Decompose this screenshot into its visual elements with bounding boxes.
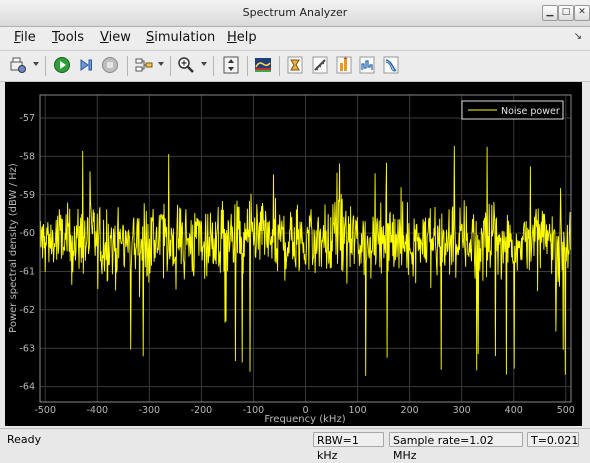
undock-arrow-icon[interactable]: ↘ <box>574 31 582 42</box>
minimize-button[interactable]: ▁ <box>542 5 558 21</box>
x-tick-label: -300 <box>139 405 161 416</box>
close-button[interactable]: ✕ <box>574 5 590 21</box>
channel-measurements-icon[interactable] <box>357 55 377 75</box>
legend-label: Noise power <box>501 106 560 117</box>
y-tick-label: -63 <box>19 343 35 354</box>
window-title: Spectrum Analyzer <box>242 6 348 19</box>
menu-view[interactable]: View <box>100 30 131 45</box>
y-tick-label: -60 <box>19 228 35 239</box>
x-tick-label: 500 <box>557 405 575 416</box>
x-tick-label: 200 <box>401 405 419 416</box>
peak-finder-icon[interactable] <box>334 55 354 75</box>
y-tick-label: -62 <box>19 305 35 316</box>
title-bar: Spectrum Analyzer ▁ □ ✕ <box>0 0 590 27</box>
toolbar-separator <box>279 56 280 76</box>
distortion-measurements-icon[interactable] <box>381 55 401 75</box>
measurements-icon[interactable] <box>310 55 330 75</box>
signal-select-icon[interactable] <box>134 55 154 75</box>
menu-bar: File Tools View Simulation Help <box>0 27 590 49</box>
toolbar-separator <box>170 56 171 76</box>
run-icon[interactable] <box>52 55 72 75</box>
y-tick-labels: -57 -58 -59 -60 -61 -62 -63 -64 <box>19 113 35 393</box>
zoom-in-icon[interactable] <box>176 55 196 75</box>
status-bar: Ready RBW=1 kHz Sample rate=1.02 MHz T=0… <box>0 428 590 462</box>
stop-icon[interactable] <box>100 55 120 75</box>
y-tick-label: -57 <box>19 113 35 124</box>
spectrum-settings-icon[interactable] <box>253 55 273 75</box>
x-axis-label: Frequency (kHz) <box>264 414 345 425</box>
menu-help[interactable]: Help <box>227 30 257 45</box>
signal-select-dropdown-icon[interactable] <box>158 62 164 66</box>
step-forward-icon[interactable] <box>76 55 96 75</box>
menu-tools[interactable]: Tools <box>52 30 84 45</box>
x-tick-label: -200 <box>191 405 213 416</box>
plot-area[interactable]: -500 -400 -300 -200 -100 0 100 200 300 400 500 -57… <box>5 82 582 426</box>
status-ready: Ready <box>7 433 42 446</box>
status-rbw: RBW=1 kHz <box>313 432 384 462</box>
autoscale-icon[interactable] <box>221 55 241 75</box>
x-tick-label: -100 <box>243 405 265 416</box>
print-settings-icon[interactable] <box>8 55 28 75</box>
maximize-button[interactable]: □ <box>558 5 574 21</box>
x-tick-label: 100 <box>348 405 366 416</box>
print-dropdown-icon[interactable] <box>33 62 39 66</box>
y-tick-label: -61 <box>19 267 35 278</box>
zoom-dropdown-icon[interactable] <box>201 62 207 66</box>
menu-file[interactable]: File <box>14 30 36 45</box>
data-cursors-icon[interactable] <box>285 55 305 75</box>
y-tick-label: -58 <box>19 151 35 162</box>
status-time: T=0.021 <box>527 432 579 447</box>
status-sample-rate: Sample rate=1.02 MHz <box>389 432 523 462</box>
toolbar-separator <box>127 56 128 76</box>
legend[interactable]: Noise power <box>461 100 564 120</box>
toolbar-separator <box>213 56 214 76</box>
y-axis-label: Power spectral density (dBW / Hz) <box>8 163 19 333</box>
y-tick-label: -59 <box>19 190 35 201</box>
x-tick-label: 400 <box>505 405 523 416</box>
x-tick-label: 300 <box>453 405 471 416</box>
menu-simulation[interactable]: Simulation <box>146 30 215 45</box>
x-tick-label: -500 <box>34 405 56 416</box>
toolbar-separator <box>45 56 46 76</box>
toolbar <box>0 50 590 82</box>
x-tick-label: -400 <box>86 405 108 416</box>
spectrum-chart[interactable]: -500 -400 -300 -200 -100 0 100 200 300 400 500 -57… <box>5 82 582 426</box>
y-tick-label: -64 <box>19 382 35 393</box>
toolbar-separator <box>247 56 248 76</box>
